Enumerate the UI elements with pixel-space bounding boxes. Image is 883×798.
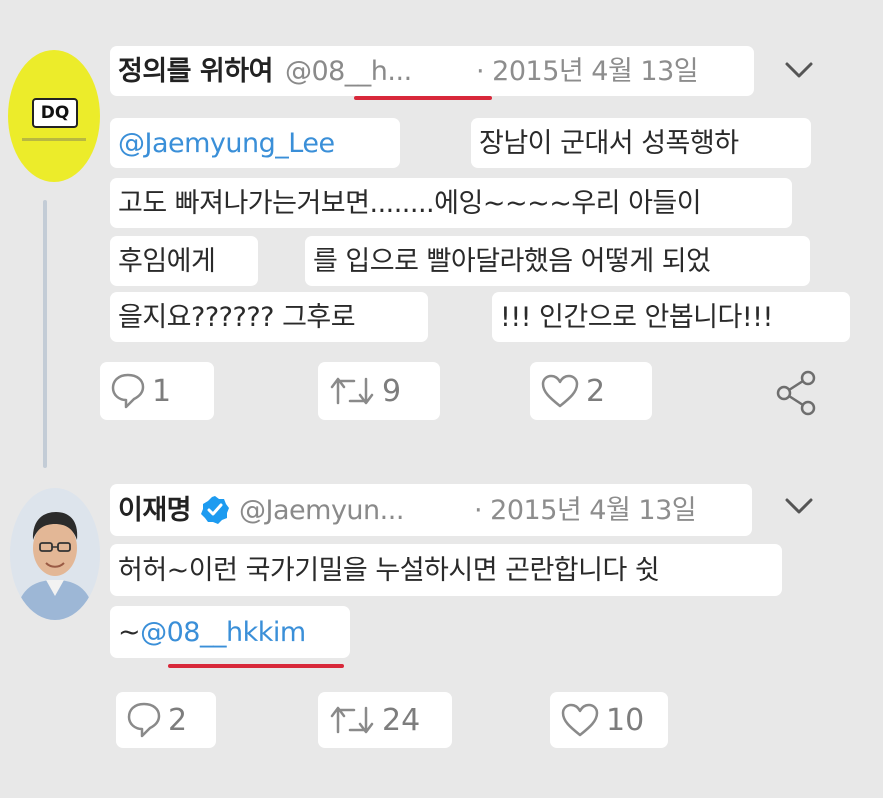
tweet2-header: 이재명 @Jaemyun... [110,484,480,536]
avatar-logo: DQ [32,98,78,128]
retweet-icon [330,377,374,405]
like-icon [541,374,579,408]
tweet2-text-line1: 허허~이런 국가기밀을 누설하시면 곤란합니다 쉿 [110,544,782,596]
tweet2-like-count: 10 [606,702,645,738]
tweet2-text-line2: ~ @08__hkkim [110,606,350,658]
tweet2-display-name[interactable]: 이재명 [118,497,192,524]
tweet2-reply-count: 2 [168,702,188,738]
share-icon[interactable] [772,368,822,418]
like-icon [561,703,599,737]
verified-badge-icon [201,496,230,524]
tweet1-handle-underline [354,96,492,100]
tweet2-retweet-count: 24 [382,702,421,738]
avatar-logo-subtext [22,138,86,141]
tweet1-display-name[interactable]: 정의를 위하여 [118,58,273,85]
tweet1-retweet-button[interactable]: 9 [318,362,440,420]
tweet1-text-line2: 고도 빠져나가는거보면........에잉~~~~우리 아들이 [110,178,792,228]
tweet2-date[interactable]: · 2015년 4월 13일 [466,484,752,536]
reply-icon [127,702,161,738]
tweet2-mention[interactable]: @08__hkkim [140,619,306,646]
tweet1-text-line3b: 를 입으로 빨아달라했음 어떻게 되었 [305,236,810,286]
tweet1-text-line1: 장남이 군대서 성폭행하 [471,118,811,168]
tweet1-retweet-count: 9 [382,373,402,409]
tweet1-date[interactable]: · 2015년 4월 13일 [468,46,754,96]
tweet1-text-line4a: 을지요?????? 그후로 [110,292,428,342]
avatar-tweet1[interactable]: DQ [8,50,100,182]
avatar-tweet2[interactable] [10,488,100,620]
tweet1-header: 정의를 위하여 @08__h... [110,46,495,96]
tweet1-reply-button[interactable]: 1 [100,362,214,420]
tweet2-handle[interactable]: @Jaemyun... [239,497,404,524]
tweet1-reply-count: 1 [152,373,172,409]
retweet-icon [330,706,374,734]
portrait-image [10,488,100,620]
tweet1-handle[interactable]: @08__h... [285,58,412,85]
reply-icon [111,373,145,409]
tweet1-text-line4b: !!! 인간으로 안봅니다!!! [492,292,850,342]
tweet2-retweet-button[interactable]: 24 [318,692,452,748]
tweet2-like-button[interactable]: 10 [550,692,668,748]
thread-connector-line [43,200,47,468]
tweet2-mention-underline [168,664,344,668]
tweet2-text-prefix: ~ [118,616,141,648]
tweet1-like-button[interactable]: 2 [530,362,652,420]
tweet2-reply-button[interactable]: 2 [116,692,216,748]
tweet1-text-line3a: 후임에게 [110,236,258,286]
tweet1-mention[interactable]: @Jaemyung_Lee [110,118,400,168]
tweet1-like-count: 2 [586,373,606,409]
chevron-down-icon[interactable] [784,496,814,516]
chevron-down-icon[interactable] [784,60,814,80]
